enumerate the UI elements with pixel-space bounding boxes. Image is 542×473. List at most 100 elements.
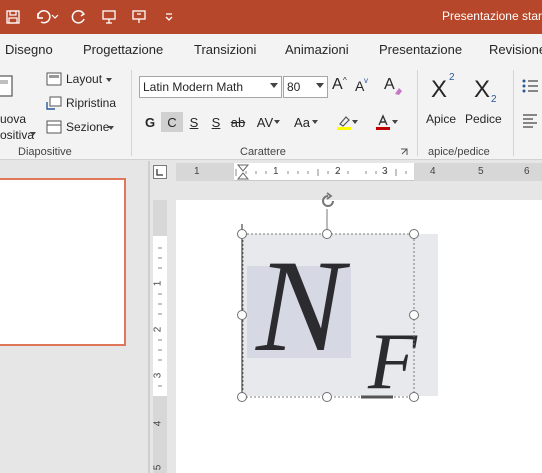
- start-slideshow-icon[interactable]: [98, 6, 120, 28]
- script-group-label: apice/pedice: [428, 146, 490, 158]
- font-size-value: 80: [287, 80, 301, 94]
- chevron-down-icon: [270, 83, 278, 88]
- font-color-caret-icon: [392, 120, 398, 124]
- resize-handle-left[interactable]: [237, 310, 247, 320]
- resize-handle-right[interactable]: [409, 310, 419, 320]
- section-label: Sezione: [66, 120, 110, 134]
- document-title: Presentazione star: [441, 9, 542, 23]
- tab-animazioni[interactable]: Animazioni: [285, 42, 349, 57]
- tab-selector[interactable]: [153, 165, 167, 179]
- font-dialog-launcher-icon[interactable]: [400, 148, 408, 156]
- slides-group-label: Diapositive: [18, 146, 72, 158]
- grow-font-glyph: A: [332, 76, 343, 93]
- font-size-dropdown[interactable]: 80: [283, 76, 328, 98]
- layout-caret-icon: [106, 78, 112, 82]
- resize-handle-top-right[interactable]: [409, 229, 419, 239]
- tab-presentazione[interactable]: Presentazione: [379, 42, 462, 57]
- group-separator: [513, 70, 514, 156]
- vertical-ruler-ticks: [153, 200, 167, 473]
- section-button[interactable]: Sezione: [46, 118, 126, 136]
- subscript-mark: 2: [491, 94, 497, 105]
- grow-font-button[interactable]: A ^: [332, 76, 352, 98]
- resize-handle-top-left[interactable]: [237, 229, 247, 239]
- undo-dropdown-icon[interactable]: [50, 6, 60, 28]
- new-slide-label-1: uova: [0, 112, 27, 126]
- caret-up-icon: ^: [343, 76, 347, 85]
- new-slide-button[interactable]: uova ositiva: [0, 70, 36, 142]
- caret-down-icon: v: [364, 76, 368, 85]
- new-slide-caret-icon: [30, 132, 36, 136]
- slide-thumbnail-pane: [0, 161, 148, 473]
- bold-button[interactable]: G: [140, 112, 160, 132]
- ribbon-tabs: Disegno Progettazione Transizioni Animaz…: [0, 34, 542, 64]
- tab-stop-icon: [156, 169, 163, 176]
- subscript-button[interactable]: X 2 Pedice: [464, 70, 504, 130]
- reset-button[interactable]: Ripristina: [46, 94, 126, 112]
- character-spacing-button[interactable]: AV: [250, 112, 280, 132]
- font-name-value: Latin Modern Math: [143, 80, 244, 94]
- bullets-icon[interactable]: [521, 78, 539, 94]
- title-bar: Presentazione star: [0, 0, 542, 34]
- group-separator: [131, 70, 132, 156]
- slide-thumbnail[interactable]: [0, 178, 126, 346]
- ruler-number: 1: [152, 280, 164, 287]
- change-case-label: Aa: [294, 114, 310, 130]
- equation-subscript-symbol[interactable]: F: [368, 322, 417, 402]
- font-name-dropdown[interactable]: Latin Modern Math: [139, 76, 282, 98]
- save-icon[interactable]: [2, 6, 24, 28]
- customize-qat-icon[interactable]: [158, 6, 180, 28]
- rotate-handle-icon[interactable]: [318, 191, 338, 211]
- layout-label: Layout: [66, 72, 103, 86]
- pane-divider[interactable]: [148, 161, 150, 473]
- new-slide-label-2: ositiva: [0, 128, 35, 142]
- eraser-icon: [395, 88, 402, 95]
- font-group-label: Carattere: [240, 146, 286, 158]
- tab-transizioni[interactable]: Transizioni: [194, 42, 256, 57]
- highlight-caret-icon: [352, 120, 358, 124]
- tab-progettazione[interactable]: Progettazione: [83, 42, 163, 57]
- resize-handle-bottom-left[interactable]: [237, 392, 247, 402]
- superscript-button[interactable]: X 2 Apice: [424, 70, 460, 130]
- superscript-mark: 2: [449, 72, 455, 83]
- font-color-icon: [376, 114, 390, 130]
- ruler-number: 2: [335, 166, 341, 177]
- clear-format-button[interactable]: A: [384, 76, 406, 98]
- shadow-label: S: [211, 114, 221, 130]
- ribbon: uova ositiva Layout Ripristina Sezione D…: [0, 64, 542, 160]
- underline-label: S: [189, 114, 199, 130]
- shrink-font-button[interactable]: Av: [355, 76, 375, 100]
- italic-button[interactable]: C: [161, 112, 183, 132]
- equation-main-symbol[interactable]: N: [256, 240, 344, 372]
- ruler-number: 3: [382, 166, 388, 177]
- highlight-color-button[interactable]: [330, 112, 358, 132]
- font-color-button[interactable]: [366, 112, 400, 132]
- case-caret-icon: [312, 120, 318, 124]
- underline-button[interactable]: S: [185, 112, 203, 132]
- horizontal-ruler[interactable]: 1 1 2 3 4 5 6: [176, 163, 542, 181]
- shadow-button[interactable]: S: [207, 112, 225, 132]
- character-spacing-label: AV: [256, 114, 274, 130]
- new-slide-icon: [0, 75, 13, 97]
- group-separator: [417, 70, 418, 156]
- subscript-label: Pedice: [465, 112, 502, 126]
- present-icon[interactable]: [128, 6, 150, 28]
- vertical-ruler[interactable]: 1 2 3 4 5: [152, 200, 167, 473]
- align-left-icon[interactable]: [521, 112, 539, 128]
- strikethrough-button[interactable]: ab: [228, 112, 248, 132]
- ruler-number: 1: [273, 166, 279, 177]
- tab-disegno[interactable]: Disegno: [5, 42, 53, 57]
- layout-button[interactable]: Layout: [46, 70, 126, 88]
- resize-handle-bottom-right[interactable]: [409, 392, 419, 402]
- spacing-caret-icon: [274, 120, 280, 124]
- ruler-number: 1: [194, 166, 200, 177]
- resize-handle-top[interactable]: [322, 229, 332, 239]
- ruler-number: 4: [152, 420, 164, 427]
- tab-revisione[interactable]: Revisione: [489, 42, 542, 57]
- redo-icon[interactable]: [68, 6, 90, 28]
- superscript-label: Apice: [426, 112, 457, 126]
- change-case-button[interactable]: Aa: [286, 112, 318, 132]
- ruler-number: 5: [478, 166, 484, 177]
- italic-label: C: [167, 114, 177, 130]
- layout-icon: [46, 72, 62, 86]
- resize-handle-bottom[interactable]: [322, 392, 332, 402]
